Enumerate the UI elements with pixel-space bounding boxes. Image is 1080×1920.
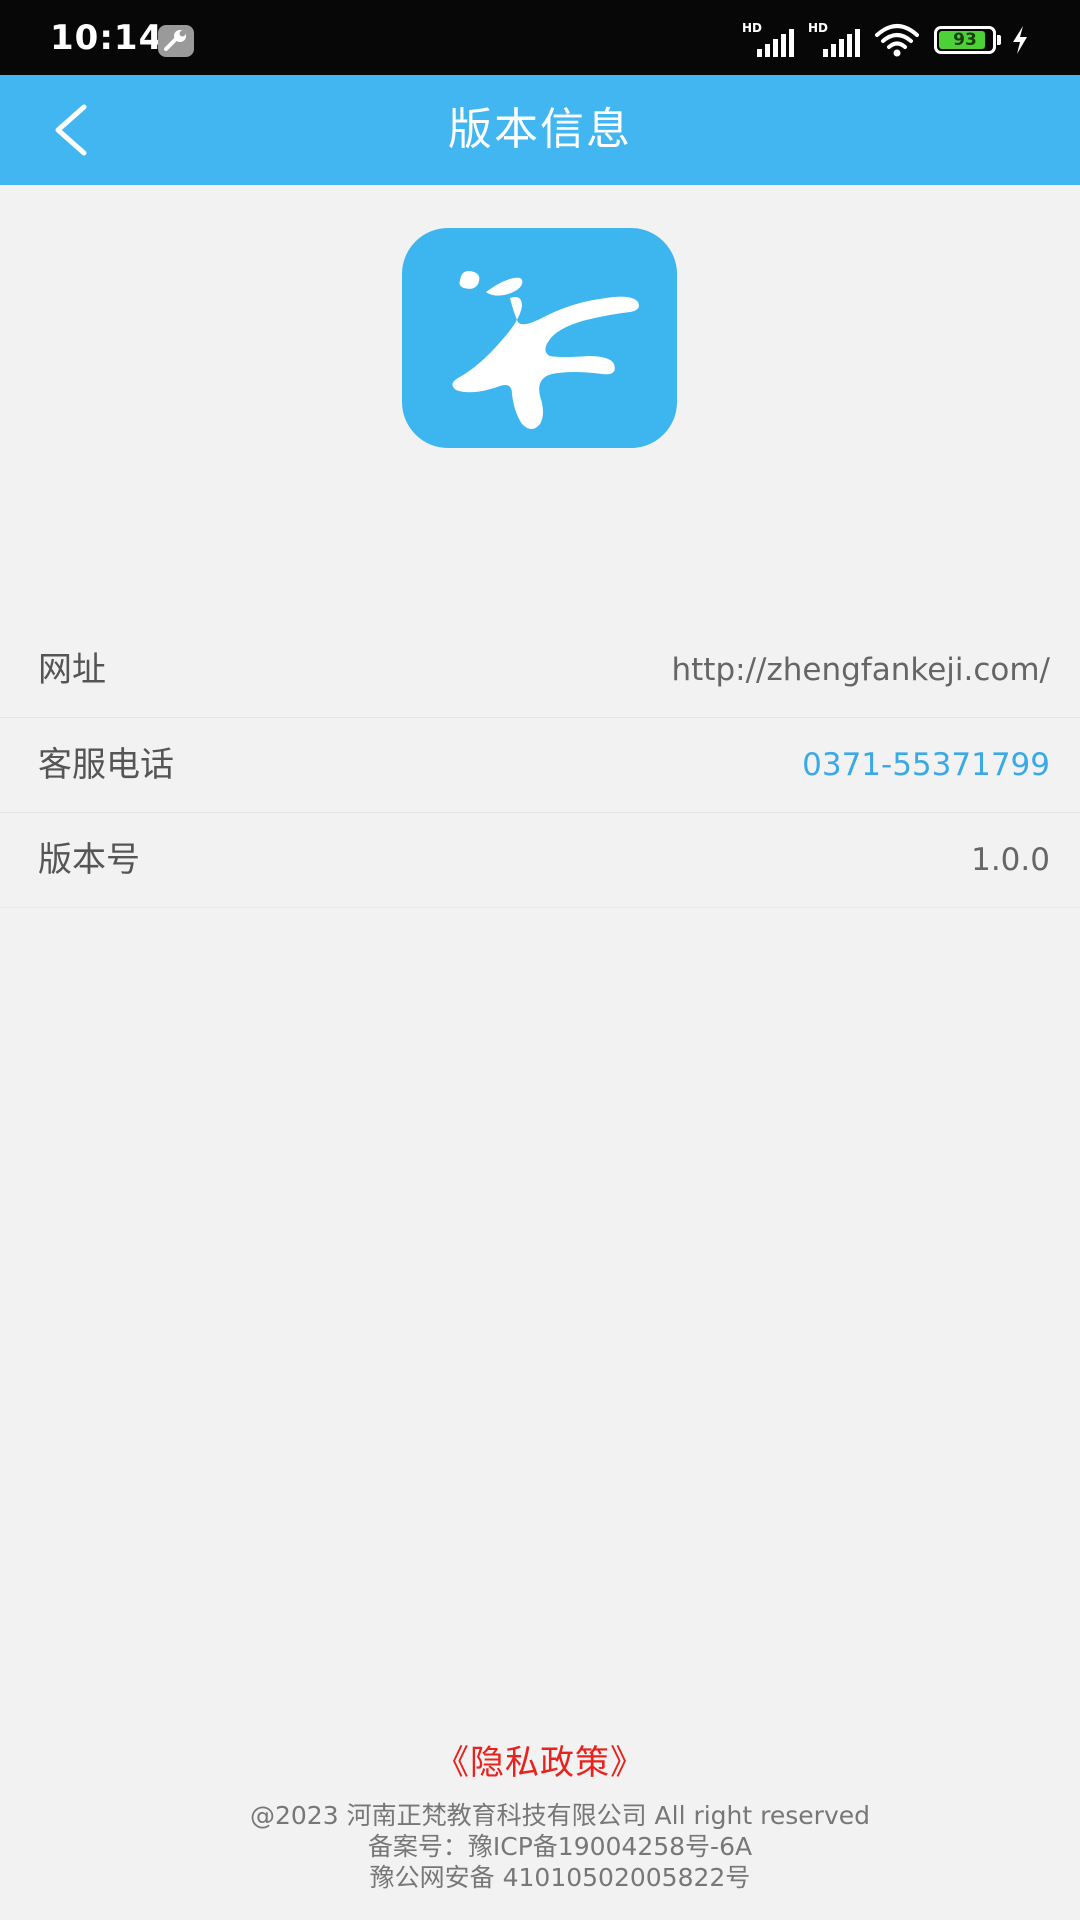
app-logo-icon <box>402 228 677 448</box>
status-time: 10:14 <box>50 18 164 58</box>
website-label: 网址 <box>38 650 106 690</box>
status-icons: HD HD 93 <box>742 21 1030 58</box>
signal-icon-2: HD <box>808 21 860 57</box>
lightning-icon <box>1013 26 1027 54</box>
info-row-phone: 客服电话 0371-55371799 <box>0 718 1080 813</box>
status-bar: 10:14 HD HD 93 <box>0 0 1080 75</box>
version-value: 1.0.0 <box>971 842 1050 878</box>
phone-label: 客服电话 <box>38 745 174 785</box>
battery-icon: 93 <box>934 26 1001 54</box>
footer: @2023 河南正梵教育科技有限公司 All right reserved 备案… <box>0 1800 1080 1893</box>
signal-icon: HD <box>742 21 794 57</box>
version-label: 版本号 <box>38 840 140 880</box>
info-row-version: 版本号 1.0.0 <box>0 813 1080 908</box>
page-title: 版本信息 <box>448 104 632 155</box>
battery-level: 93 <box>953 30 977 50</box>
website-value[interactable]: http://zhengfankeji.com/ <box>672 623 1051 718</box>
copyright-text: @2023 河南正梵教育科技有限公司 All right reserved <box>250 1801 870 1830</box>
app-bar: 版本信息 <box>0 75 1080 185</box>
phone-link[interactable]: 0371-55371799 <box>802 718 1050 813</box>
icp-record-text: 备案号：豫ICP备19004258号-6A <box>367 1832 753 1861</box>
wrench-icon <box>158 25 194 57</box>
police-record-text: 豫公网安备 41010502005822号 <box>369 1863 751 1892</box>
privacy-policy-link[interactable]: 《隐私政策》 <box>0 1735 1080 1784</box>
info-row-website: 网址 http://zhengfankeji.com/ <box>0 623 1080 718</box>
wifi-icon <box>875 24 919 57</box>
info-list: 网址 http://zhengfankeji.com/ 客服电话 0371-55… <box>0 623 1080 908</box>
